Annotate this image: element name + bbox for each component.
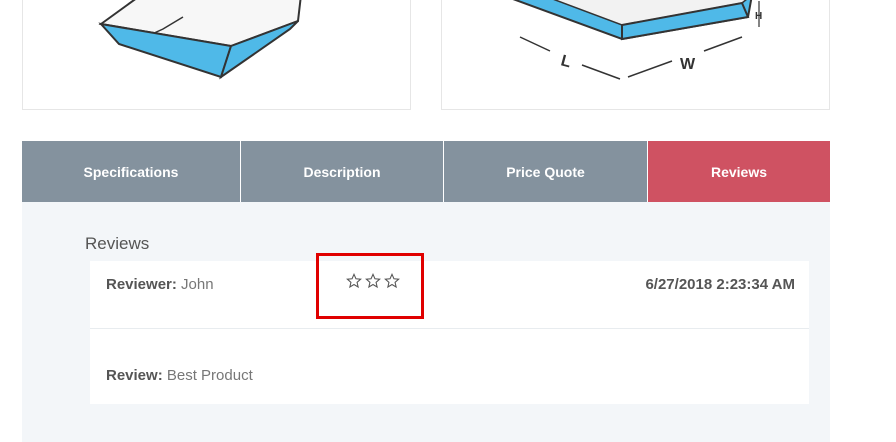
tab-reviews[interactable]: Reviews (647, 141, 830, 202)
review-header: Reviewer: John 6/27/2018 2:23:34 AM (90, 261, 809, 329)
tab-specifications[interactable]: Specifications (22, 141, 240, 202)
tab-description[interactable]: Description (240, 141, 443, 202)
dimension-label-w: W (680, 56, 696, 73)
product-image-box-dimensions: L W H (441, 0, 830, 110)
star-outline-icon (365, 273, 381, 289)
tab-price-quote[interactable]: Price Quote (443, 141, 647, 202)
reviewer-label: Reviewer: (106, 276, 177, 293)
product-tabs: Specifications Description Price Quote R… (22, 141, 830, 202)
review-body: Review: Best Product (106, 367, 253, 384)
review-label: Review: (106, 367, 163, 384)
reviews-heading: Reviews (85, 234, 150, 253)
box-tray-illustration (98, 0, 302, 80)
reviewer: Reviewer: John (106, 276, 214, 293)
star-rating (346, 273, 400, 289)
dimension-label-l: L (559, 52, 573, 71)
review-text: Best Product (166, 367, 253, 384)
product-image-box-tray (22, 0, 411, 110)
review-date: 6/27/2018 2:23:34 AM (645, 276, 795, 293)
dimension-label-h: H (755, 11, 762, 22)
box-dimensions-illustration: L W H (512, 0, 762, 80)
review-card: Reviewer: John 6/27/2018 2:23:34 AM Revi… (90, 261, 809, 404)
reviewer-name: John (181, 276, 214, 293)
star-outline-icon (346, 273, 362, 289)
reviews-panel: Reviews Reviewer: John 6/27/2018 2:23:34… (22, 202, 830, 442)
star-outline-icon (384, 273, 400, 289)
